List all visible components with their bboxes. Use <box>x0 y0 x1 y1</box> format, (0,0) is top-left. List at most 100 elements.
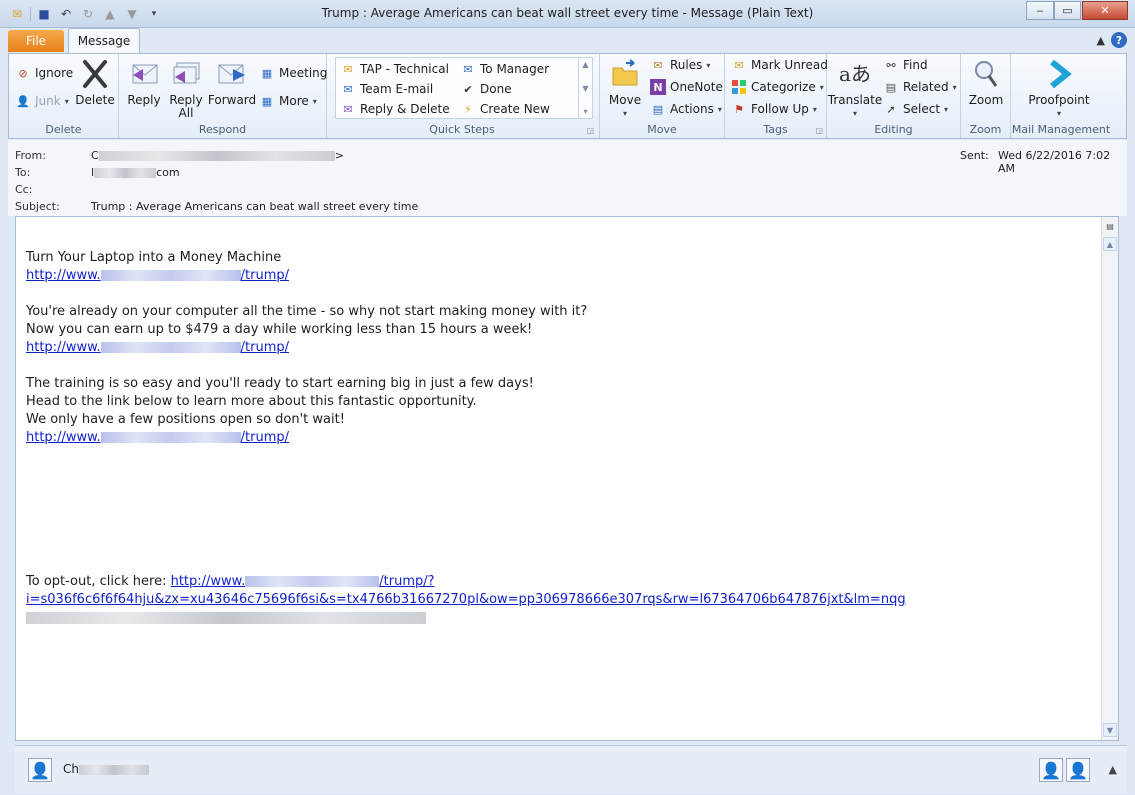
body-link-2[interactable]: http://www./trump/ <box>26 340 289 355</box>
actions-icon: ▤ <box>652 102 664 116</box>
proofpoint-icon <box>1043 58 1075 90</box>
body-line-3: Now you can earn up to $479 a day while … <box>26 322 533 337</box>
person-avatar-icon[interactable]: 👤 <box>1066 758 1090 782</box>
optout-link[interactable]: http://www./trump/? <box>171 574 435 589</box>
help-icon[interactable]: ? <box>1111 32 1127 48</box>
translate-button[interactable]: aあ Translate ▾ <box>828 58 883 120</box>
minimize-ribbon-icon[interactable]: ▲ <box>1097 34 1105 47</box>
quick-steps-group: ✉ TAP - Technical ✉ Team E-mail ✉ Reply … <box>327 54 597 138</box>
quick-steps-gallery: ✉ TAP - Technical ✉ Team E-mail ✉ Reply … <box>335 57 593 119</box>
expand-gallery-icon[interactable]: ▾ <box>583 107 587 116</box>
to-label: To: <box>15 166 31 179</box>
ribbon: ⊘ Ignore 👤 Junk ▾ Delete Delete Reply Re… <box>8 53 1127 139</box>
rules-button[interactable]: ✉ Rules ▾ <box>650 56 710 74</box>
to-value[interactable]: l com <box>91 166 180 179</box>
redacted-recipient <box>94 168 157 178</box>
sent-value: Wed 6/22/2016 7:02 AM <box>998 149 1111 175</box>
from-label: From: <box>15 149 46 162</box>
body-scrollbar[interactable]: ▤ ▲ ▼ <box>1101 217 1118 740</box>
optout-link-continued[interactable]: i=s036f6c6f6f64hju&zx=xu43646c75696f6si&… <box>26 592 906 607</box>
reply-all-icon <box>170 58 202 90</box>
chevron-down-icon: ▾ <box>812 104 817 114</box>
more-icon: ▦ <box>261 94 273 108</box>
redacted-footer-text <box>26 610 426 625</box>
chevron-down-icon: ▾ <box>1056 109 1061 118</box>
respond-group: Reply Reply All Forward ▦ Meeting ▦ More… <box>119 54 327 138</box>
chevron-down-icon: ▾ <box>717 104 722 114</box>
close-button[interactable]: ✕ <box>1082 1 1128 20</box>
contact-name[interactable]: Ch <box>63 762 149 776</box>
chevron-down-icon: ▾ <box>944 104 949 114</box>
mark-unread-button[interactable]: ✉ Mark Unread <box>731 56 827 74</box>
actions-button[interactable]: ▤ Actions ▾ <box>650 100 722 118</box>
cursor-icon: ➚ <box>886 102 896 116</box>
forward-icon: ✉ <box>463 62 473 76</box>
proofpoint-button[interactable]: Proofpoint ▾ <box>1027 58 1091 120</box>
magnifier-icon <box>970 58 1002 90</box>
chevron-down-icon: ▾ <box>852 109 857 118</box>
group-label-move: Move <box>647 123 677 136</box>
quickstep-reply-delete[interactable]: ✉ Reply & Delete <box>340 100 449 118</box>
ignore-button[interactable]: ⊘ Ignore <box>15 64 73 82</box>
quick-steps-scroll[interactable]: ▲ ▼ ▾ <box>578 58 592 118</box>
reply-icon <box>128 58 160 90</box>
move-button[interactable]: Move ▾ <box>608 58 642 120</box>
optout-line: To opt-out, click here: http://www./trum… <box>26 574 435 589</box>
redacted-link <box>100 270 241 281</box>
mail-management-group: Proofpoint ▾ Mail Management <box>1011 54 1111 138</box>
cc-label: Cc: <box>15 183 33 196</box>
message-options-icon[interactable]: ▤ <box>1103 219 1117 233</box>
chevron-down-icon: ▾ <box>622 109 627 118</box>
quickstep-tap[interactable]: ✉ TAP - Technical <box>340 60 449 78</box>
meeting-button[interactable]: ▦ Meeting <box>259 64 328 82</box>
group-label-editing: Editing <box>874 123 913 136</box>
group-label-zoom: Zoom <box>969 123 1002 136</box>
tab-file[interactable]: File <box>8 30 64 52</box>
quickstep-done[interactable]: ✔ Done <box>460 80 511 98</box>
person-avatar-icon[interactable]: 👤 <box>1039 758 1063 782</box>
quickstep-team-email[interactable]: ✉ Team E-mail <box>340 80 433 98</box>
find-button[interactable]: ⚯ Find <box>883 56 927 74</box>
quickstep-create-new[interactable]: ⚡ Create New <box>460 100 550 118</box>
body-link-3[interactable]: http://www./trump/ <box>26 430 289 445</box>
body-link-1[interactable]: http://www./trump/ <box>26 268 289 283</box>
group-label-respond: Respond <box>198 123 247 136</box>
scroll-down-icon[interactable]: ▼ <box>582 84 588 93</box>
dialog-launcher-icon[interactable]: ◲ <box>815 126 823 135</box>
redacted-name <box>78 764 149 775</box>
team-email-icon: ✉ <box>343 82 353 96</box>
follow-up-button[interactable]: ⚑ Follow Up ▾ <box>731 100 817 118</box>
body-line-6: We only have a few positions open so don… <box>26 412 345 427</box>
rules-icon: ✉ <box>653 58 663 72</box>
delete-x-icon <box>79 58 111 90</box>
reply-button[interactable]: Reply <box>127 58 161 107</box>
junk-button[interactable]: 👤 Junk ▾ <box>15 92 69 110</box>
related-button[interactable]: ▤ Related ▾ <box>883 78 957 96</box>
expand-people-pane-icon[interactable]: ▲ <box>1109 763 1117 776</box>
quickstep-to-manager[interactable]: ✉ To Manager <box>460 60 549 78</box>
categorize-button[interactable]: Categorize ▾ <box>731 78 824 96</box>
minimize-button[interactable]: ‒ <box>1026 1 1054 20</box>
select-button[interactable]: ➚ Select ▾ <box>883 100 948 118</box>
forward-icon <box>216 58 248 90</box>
from-value[interactable]: C > <box>91 149 344 162</box>
zoom-button[interactable]: Zoom <box>967 58 1005 107</box>
scroll-up-icon[interactable]: ▲ <box>582 60 588 69</box>
tab-message[interactable]: Message <box>68 28 140 53</box>
more-respond-button[interactable]: ▦ More ▾ <box>259 92 317 110</box>
maximize-button[interactable]: ▭ <box>1054 1 1081 20</box>
contact-avatar[interactable]: 👤 <box>28 758 52 782</box>
chevron-down-icon: ▾ <box>819 82 824 92</box>
subject-label: Subject: <box>15 200 60 213</box>
forward-button[interactable]: Forward <box>208 58 256 107</box>
scroll-down-button[interactable]: ▼ <box>1103 723 1117 737</box>
message-body[interactable]: Turn Your Laptop into a Money Machine ht… <box>15 216 1119 741</box>
scroll-up-button[interactable]: ▲ <box>1103 237 1117 251</box>
onenote-icon: N <box>650 79 666 95</box>
onenote-button[interactable]: N OneNote <box>650 78 723 96</box>
reply-all-button[interactable]: Reply All <box>169 58 203 120</box>
dialog-launcher-icon[interactable]: ◲ <box>586 126 594 135</box>
chevron-down-icon: ▾ <box>952 82 957 92</box>
body-line-5: Head to the link below to learn more abo… <box>26 394 477 409</box>
delete-button[interactable]: Delete <box>75 58 115 107</box>
